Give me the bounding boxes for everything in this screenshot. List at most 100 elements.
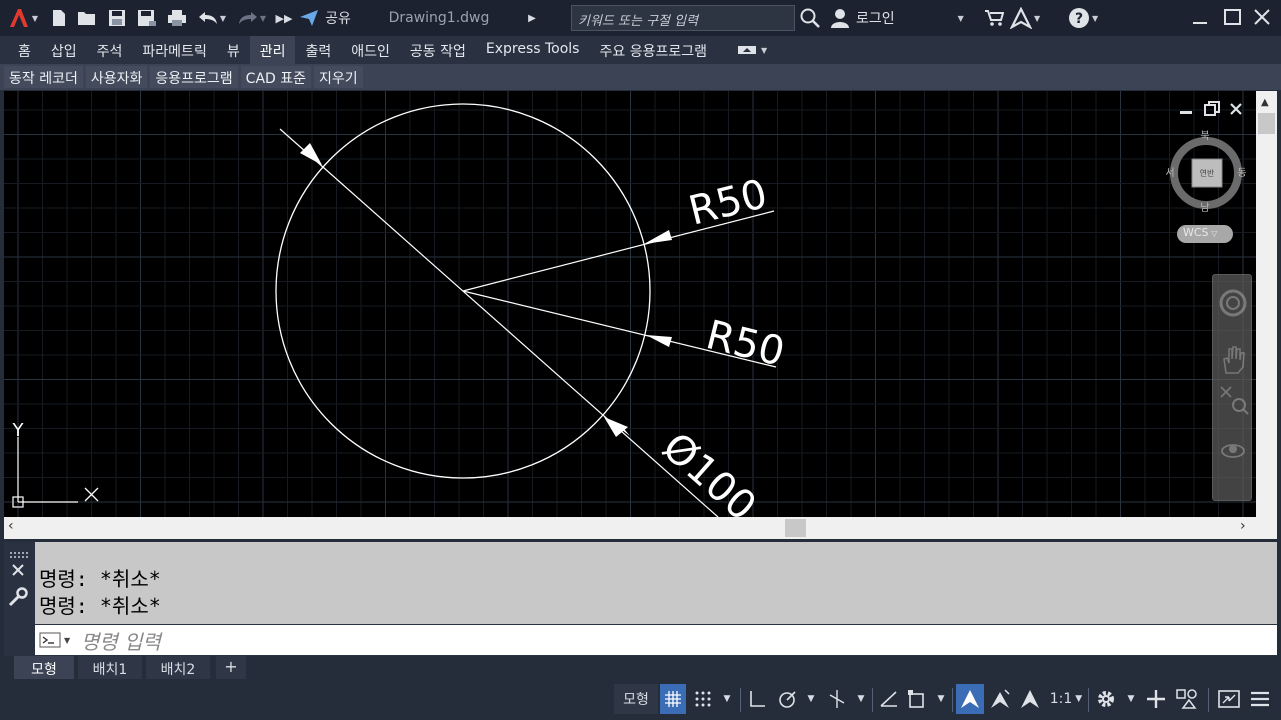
tab-express-tools[interactable]: Express Tools (476, 36, 590, 64)
auto-scale-icon[interactable] (986, 684, 1014, 714)
tab-view[interactable]: 뷰 (217, 36, 250, 64)
maximize-icon[interactable] (1222, 6, 1244, 28)
panel-customization[interactable]: 사용자화 (85, 66, 148, 88)
tab-model[interactable]: 모형 (14, 656, 74, 679)
help-icon[interactable]: ? ▼ (1068, 6, 1110, 30)
scale-selector[interactable]: 1:1 ▼ (1046, 684, 1086, 714)
panel-cad-standards[interactable]: CAD 표준 (240, 66, 312, 88)
send-icon (300, 10, 319, 26)
close-icon[interactable] (1251, 6, 1273, 28)
vertical-scrollbar[interactable]: ▲ (1256, 91, 1277, 517)
ortho-mode-icon[interactable] (744, 684, 770, 714)
minimize-icon[interactable] (1190, 8, 1212, 28)
chevron-right-icon[interactable]: ▶ (524, 0, 540, 36)
tab-annotate[interactable]: 주석 (87, 36, 133, 64)
object-snap-tracking-icon[interactable] (876, 684, 902, 714)
command-customize-wrench-icon[interactable] (8, 587, 28, 607)
tab-featured-apps[interactable]: 주요 응용프로그램 (589, 36, 717, 64)
new-file-icon[interactable] (46, 0, 72, 36)
command-input[interactable]: 명령 입력 (35, 625, 1277, 655)
scroll-right-icon[interactable]: › (1240, 518, 1246, 534)
search-input[interactable]: 키워드 또는 구절 입력 (571, 5, 795, 31)
tab-home[interactable]: 홈 (8, 36, 41, 64)
scroll-up-icon[interactable]: ▲ (1261, 97, 1269, 108)
more-tools-icon[interactable]: ▶▶ (272, 0, 296, 36)
annotation-visibility-icon[interactable] (956, 684, 984, 714)
login-button[interactable]: 로그인 ▼ (830, 6, 972, 30)
tab-parametric[interactable]: 파라메트릭 (132, 36, 216, 64)
model-space-button[interactable]: 모형 (614, 684, 658, 714)
print-icon[interactable] (162, 0, 192, 36)
viewport-restore-icon[interactable] (1204, 101, 1220, 117)
panel-action-recorder[interactable]: 동작 레코더 (4, 66, 83, 88)
command-close-icon[interactable] (10, 562, 26, 578)
grid-display-icon[interactable] (660, 684, 686, 714)
viewcube-east[interactable]: 동 (1237, 167, 1246, 179)
annotation-monitor-plus-icon[interactable] (1142, 684, 1170, 714)
isolate-objects-icon[interactable] (1172, 684, 1202, 714)
viewcube-face[interactable]: 연반 (1200, 169, 1215, 178)
search-icon[interactable] (799, 6, 821, 30)
panel-applications[interactable]: 응용프로그램 (150, 66, 238, 88)
panel-cleanup[interactable]: 지우기 (314, 66, 363, 88)
viewport-close-icon[interactable] (1229, 101, 1243, 115)
tab-layout2[interactable]: 배치2 (146, 656, 210, 679)
drawing-area[interactable]: R50 R50 Ø100 Y 북 남 서 동 연반 WCS ▽ (4, 91, 1256, 517)
pan-icon[interactable] (1219, 345, 1247, 375)
tab-layout1[interactable]: 배치1 (78, 656, 142, 679)
diameter-dimension-line[interactable] (279, 128, 719, 517)
save-icon[interactable] (102, 0, 132, 36)
command-prompt-icon[interactable]: ▼ (39, 630, 75, 650)
zoom-extents-icon[interactable] (1219, 385, 1249, 415)
snap-mode-icon[interactable] (690, 684, 716, 714)
login-label: 로그인 (856, 11, 895, 27)
wcs-menu-button[interactable]: WCS ▽ (1177, 225, 1233, 243)
status-separator (740, 688, 741, 712)
viewcube-west[interactable]: 서 (1165, 167, 1174, 179)
undo-icon[interactable]: ▼ (192, 0, 232, 36)
annotation-scale-icon[interactable] (1016, 684, 1044, 714)
diameter-dimension-text[interactable]: Ø100 (653, 424, 764, 517)
object-snap-icon[interactable] (904, 684, 930, 714)
isodraft-dropdown-icon[interactable]: ▼ (852, 684, 870, 714)
command-grip-icon[interactable] (8, 545, 32, 558)
add-layout-icon[interactable]: + (216, 656, 246, 679)
redo-icon[interactable]: ▼ (232, 0, 272, 36)
snap-dropdown-icon[interactable]: ▼ (718, 684, 736, 714)
vertical-scroll-thumb[interactable] (1258, 113, 1275, 134)
horizontal-scroll-thumb[interactable] (785, 519, 806, 537)
ucs-y-label: Y (12, 420, 25, 441)
cart-icon[interactable] (984, 8, 1005, 28)
tab-collaborate[interactable]: 공동 작업 (400, 36, 476, 64)
viewport-minimize-icon[interactable] (1179, 101, 1193, 115)
orbit-icon[interactable] (1219, 435, 1247, 463)
scroll-left-icon[interactable]: ‹ (8, 518, 14, 534)
workspace-dropdown-icon[interactable]: ▼ (1122, 684, 1140, 714)
autodesk-app-icon[interactable]: ▼ (1010, 6, 1048, 30)
viewcube-north[interactable]: 북 (1200, 130, 1209, 142)
viewcube-south[interactable]: 남 (1200, 202, 1209, 214)
viewcube[interactable]: 북 남 서 동 연반 (1164, 129, 1246, 217)
app-menu-button[interactable]: ▼ (0, 0, 46, 36)
tab-insert[interactable]: 삽입 (41, 36, 87, 64)
clean-screen-icon[interactable] (1214, 684, 1244, 714)
tab-output[interactable]: 출력 (295, 36, 341, 64)
radius-dimension-text-2[interactable]: R50 (702, 312, 789, 376)
customize-menu-icon[interactable] (1246, 684, 1274, 714)
save-as-icon[interactable] (132, 0, 162, 36)
workspace-gear-icon[interactable] (1092, 684, 1120, 714)
polar-dropdown-icon[interactable]: ▼ (802, 684, 820, 714)
ribbon-display-toggle[interactable]: ▼ (737, 36, 767, 64)
share-button[interactable]: 공유 (296, 0, 354, 36)
open-folder-icon[interactable] (72, 0, 102, 36)
layout-tab-bar: 모형 배치1 배치2 + (0, 656, 1281, 680)
status-separator (952, 688, 953, 712)
horizontal-scrollbar[interactable]: ‹ › (4, 517, 1277, 539)
tab-addins[interactable]: 애드인 (341, 36, 400, 64)
steering-wheel-icon[interactable] (1219, 289, 1247, 317)
object-snap-dropdown-icon[interactable]: ▼ (932, 684, 950, 714)
radius-dimension-text-1[interactable]: R50 (684, 171, 771, 235)
polar-tracking-icon[interactable] (774, 684, 800, 714)
isodraft-icon[interactable] (824, 684, 850, 714)
tab-manage[interactable]: 관리 (249, 36, 296, 64)
